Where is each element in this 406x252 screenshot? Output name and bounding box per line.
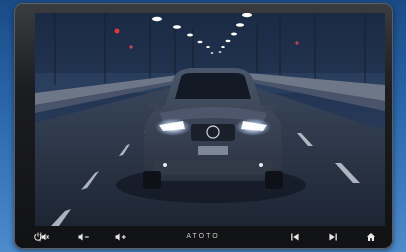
- night-highway-photo: [35, 13, 385, 226]
- power-mute-icon: [34, 232, 49, 242]
- volume-down-button[interactable]: [78, 228, 90, 246]
- display-screen[interactable]: [35, 13, 385, 226]
- skip-next-icon: [329, 233, 337, 241]
- volume-up-button[interactable]: [115, 228, 127, 246]
- home-button[interactable]: [366, 228, 376, 246]
- control-bar: [14, 228, 393, 246]
- volume-down-icon: [78, 233, 89, 241]
- head-unit-device: [14, 3, 393, 249]
- skip-previous-icon: [291, 233, 299, 241]
- home-icon: [366, 233, 376, 241]
- previous-track-button[interactable]: [290, 228, 300, 246]
- power-mute-button[interactable]: [33, 228, 49, 246]
- volume-up-icon: [115, 233, 126, 241]
- next-track-button[interactable]: [328, 228, 338, 246]
